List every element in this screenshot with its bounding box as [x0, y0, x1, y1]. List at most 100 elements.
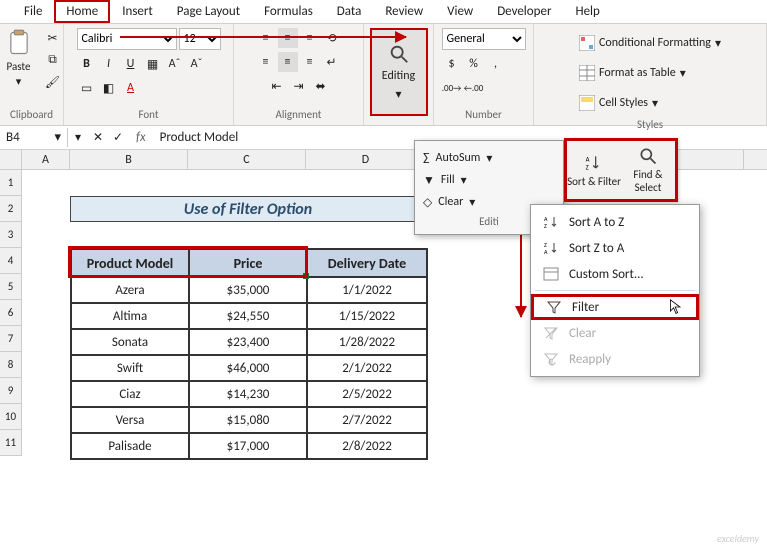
row-header[interactable]: 11	[0, 430, 22, 456]
underline-button[interactable]: U	[121, 54, 141, 74]
font-size-select[interactable]: 12	[179, 28, 221, 50]
copy-button[interactable]: ⧉	[43, 50, 63, 70]
border-button[interactable]: ▦	[143, 54, 163, 74]
cell[interactable]: Swift	[71, 355, 189, 381]
comma-button[interactable]: ,	[486, 54, 506, 74]
italic-button[interactable]: I	[99, 54, 119, 74]
cell[interactable]: $23,400	[189, 329, 307, 355]
percent-button[interactable]: %	[464, 54, 484, 74]
tab-data[interactable]: Data	[325, 0, 374, 23]
cell[interactable]: 2/1/2022	[307, 355, 427, 381]
decrease-decimal-button[interactable]: ←.00	[464, 78, 484, 98]
fill-color-button[interactable]: ◧	[99, 78, 119, 98]
fill-button[interactable]: ▼Fill▾	[423, 169, 555, 191]
cell[interactable]: 2/5/2022	[307, 381, 427, 407]
cell[interactable]: $24,550	[189, 303, 307, 329]
format-painter-button[interactable]: 🖌	[43, 72, 63, 92]
bold-button[interactable]: B	[77, 54, 97, 74]
cell[interactable]: 1/15/2022	[307, 303, 427, 329]
formula-value[interactable]: Product Model	[154, 130, 245, 145]
enter-formula[interactable]: ✓	[108, 128, 128, 148]
select-all-corner[interactable]	[0, 150, 22, 169]
conditional-formatting-button[interactable]: Conditional Formatting▾	[579, 30, 721, 56]
paste-button[interactable]: Paste ▾	[1, 28, 37, 88]
tab-help[interactable]: Help	[563, 0, 611, 23]
cell[interactable]: Versa	[71, 407, 189, 433]
cell[interactable]: 2/8/2022	[307, 433, 427, 459]
fx-icon[interactable]: fx	[128, 130, 154, 145]
font-color-button[interactable]: A	[121, 78, 141, 98]
currency-button[interactable]: $	[442, 54, 462, 74]
align-left-button[interactable]: ≡	[256, 52, 276, 72]
cell[interactable]: $14,230	[189, 381, 307, 407]
menu-filter[interactable]: Filter	[531, 294, 699, 320]
format-as-table-button[interactable]: Format as Table▾	[579, 60, 686, 86]
cell[interactable]: $46,000	[189, 355, 307, 381]
decrease-indent-button[interactable]: ⇤	[267, 76, 287, 96]
tab-file[interactable]: File	[12, 0, 54, 23]
cell[interactable]: Altima	[71, 303, 189, 329]
cell-styles-button[interactable]: Cell Styles▾	[579, 90, 658, 116]
align-top-button[interactable]: ≡	[256, 28, 276, 48]
cell[interactable]: 1/28/2022	[307, 329, 427, 355]
row-header[interactable]: 6	[0, 300, 22, 326]
row-header[interactable]: 5	[0, 274, 22, 300]
title-cell[interactable]: Use of Filter Option	[70, 196, 426, 222]
tab-view[interactable]: View	[435, 0, 485, 23]
cell[interactable]: Azera	[71, 277, 189, 303]
menu-custom-sort[interactable]: Custom Sort...	[531, 261, 699, 287]
increase-font-button[interactable]: Aˆ	[165, 54, 185, 74]
borders-button[interactable]: ▭	[77, 78, 97, 98]
header-model[interactable]: Product Model	[71, 249, 189, 277]
row-header[interactable]: 4	[0, 248, 22, 274]
cell[interactable]: $15,080	[189, 407, 307, 433]
row-header[interactable]: 1	[0, 170, 22, 196]
row-header[interactable]: 10	[0, 404, 22, 430]
increase-decimal-button[interactable]: .00→	[442, 78, 462, 98]
align-right-button[interactable]: ≡	[300, 52, 320, 72]
header-price[interactable]: Price	[189, 249, 307, 277]
align-bottom-button[interactable]: ≡	[300, 28, 320, 48]
wrap-text-button[interactable]: ↵	[322, 52, 342, 72]
row-header[interactable]: 7	[0, 326, 22, 352]
align-middle-button[interactable]: ≡	[278, 28, 298, 48]
name-box[interactable]: B4▾	[0, 128, 68, 147]
formula-dropdown[interactable]: ▾	[68, 128, 88, 148]
cell[interactable]: 1/1/2022	[307, 277, 427, 303]
tab-page-layout[interactable]: Page Layout	[165, 0, 252, 23]
col-header-a[interactable]: A	[22, 150, 70, 169]
number-format-select[interactable]: General	[442, 28, 526, 50]
cancel-formula[interactable]: ✕	[88, 128, 108, 148]
tab-formulas[interactable]: Formulas	[252, 0, 325, 23]
col-header-d[interactable]: D	[306, 150, 426, 169]
tab-review[interactable]: Review	[373, 0, 435, 23]
align-center-button[interactable]: ≡	[278, 52, 298, 72]
increase-indent-button[interactable]: ⇥	[289, 76, 309, 96]
cut-button[interactable]: ✂	[43, 28, 63, 48]
row-header[interactable]: 2	[0, 196, 22, 222]
menu-sort-az[interactable]: AZSort A to Z	[531, 209, 699, 235]
font-family-select[interactable]: Calibri	[77, 28, 177, 50]
orientation-button[interactable]: ⟲	[322, 28, 342, 48]
row-header[interactable]: 8	[0, 352, 22, 378]
cell[interactable]: 2/7/2022	[307, 407, 427, 433]
decrease-font-button[interactable]: Aˇ	[187, 54, 207, 74]
cell[interactable]: $35,000	[189, 277, 307, 303]
cell[interactable]: $17,000	[189, 433, 307, 459]
header-date[interactable]: Delivery Date	[307, 249, 427, 277]
autosum-button[interactable]: ∑AutoSum▾	[423, 147, 555, 169]
menu-sort-za[interactable]: ZASort Z to A	[531, 235, 699, 261]
find-select-button[interactable]: Find & Select	[621, 141, 675, 199]
tab-developer[interactable]: Developer	[485, 0, 563, 23]
row-header[interactable]: 9	[0, 378, 22, 404]
tab-home[interactable]: Home	[54, 0, 110, 23]
tab-insert[interactable]: Insert	[110, 0, 165, 23]
sort-filter-button[interactable]: AZ Sort & Filter	[567, 141, 621, 199]
cell[interactable]: Palisade	[71, 433, 189, 459]
cell[interactable]: Sonata	[71, 329, 189, 355]
col-header-c[interactable]: C	[188, 150, 306, 169]
col-header-b[interactable]: B	[70, 150, 188, 169]
merge-button[interactable]: ⬌	[311, 76, 331, 96]
row-header[interactable]: 3	[0, 222, 22, 248]
cell[interactable]: Ciaz	[71, 381, 189, 407]
